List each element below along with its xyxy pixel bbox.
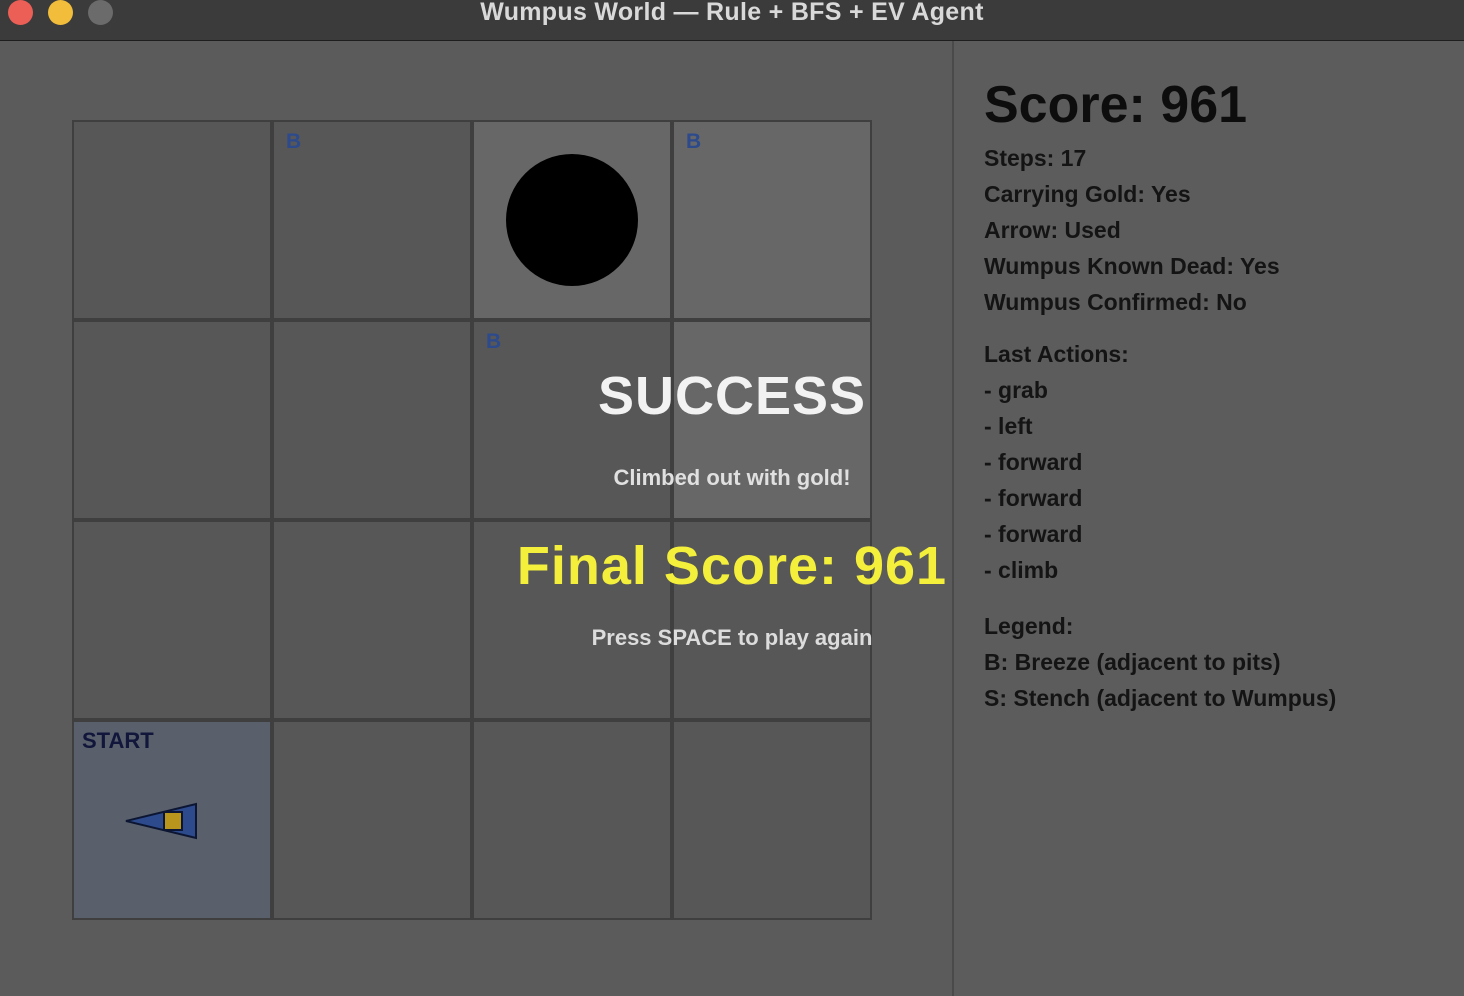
- arrow-stat: Arrow: Used: [984, 217, 1121, 243]
- grid-cell-r0-c3: B: [672, 120, 872, 320]
- breeze-indicator: B: [286, 130, 302, 153]
- action-item: - forward: [984, 485, 1083, 511]
- legend-stench: S: Stench (adjacent to Wumpus): [984, 685, 1337, 711]
- grid-cell-start: START: [72, 720, 272, 920]
- pit-icon: [506, 154, 638, 286]
- title-bar: Wumpus World — Rule + BFS + EV Agent: [0, 0, 1464, 41]
- grid-cell-r0-c0: [72, 120, 272, 320]
- carrying-gold-stat: Carrying Gold: Yes: [984, 181, 1191, 207]
- grid-cell-r2-c1: [272, 520, 472, 720]
- game-window: Wumpus World — Rule + BFS + EV Agent B B…: [0, 0, 1464, 996]
- grid-cell-r1-c1: [272, 320, 472, 520]
- action-item: - left: [984, 413, 1033, 439]
- window-title: Wumpus World — Rule + BFS + EV Agent: [480, 0, 984, 26]
- last-actions-heading: Last Actions:: [984, 341, 1129, 367]
- grid-cell-r3-c2: [472, 720, 672, 920]
- final-score: Final Score: 961: [516, 536, 948, 596]
- breeze-indicator: B: [686, 130, 702, 153]
- status-panel: Score: 961 Steps: 17 Carrying Gold: Yes …: [954, 41, 1464, 996]
- grid-cell-r1-c0: [72, 320, 272, 520]
- agent-arrow-icon: [125, 802, 197, 840]
- action-item: - forward: [984, 449, 1083, 475]
- gold-icon: [163, 811, 183, 831]
- action-item: - forward: [984, 521, 1083, 547]
- legend-breeze: B: Breeze (adjacent to pits): [984, 649, 1281, 675]
- game-board-area[interactable]: B B B START SUCCESS Climbed out with gol…: [0, 41, 952, 996]
- success-subtitle: Climbed out with gold!: [613, 465, 851, 490]
- grid-cell-r0-c2: [472, 120, 672, 320]
- breeze-indicator: B: [486, 330, 502, 353]
- wumpus-known-dead-stat: Wumpus Known Dead: Yes: [984, 253, 1280, 279]
- steps-stat: Steps: 17: [984, 145, 1087, 171]
- success-title: SUCCESS: [597, 366, 867, 426]
- legend-heading: Legend:: [984, 613, 1074, 639]
- action-item: - grab: [984, 377, 1048, 403]
- score-display: Score: 961: [984, 76, 1248, 134]
- grid-cell-r2-c0: [72, 520, 272, 720]
- start-label: START: [82, 728, 154, 753]
- grid-cell-r3-c3: [672, 720, 872, 920]
- play-again-prompt: Press SPACE to play again: [591, 625, 873, 650]
- wumpus-grid: B B B START: [72, 120, 872, 920]
- wumpus-confirmed-stat: Wumpus Confirmed: No: [984, 289, 1247, 315]
- action-item: - climb: [984, 557, 1059, 583]
- grid-cell-r0-c1: B: [272, 120, 472, 320]
- grid-cell-r3-c1: [272, 720, 472, 920]
